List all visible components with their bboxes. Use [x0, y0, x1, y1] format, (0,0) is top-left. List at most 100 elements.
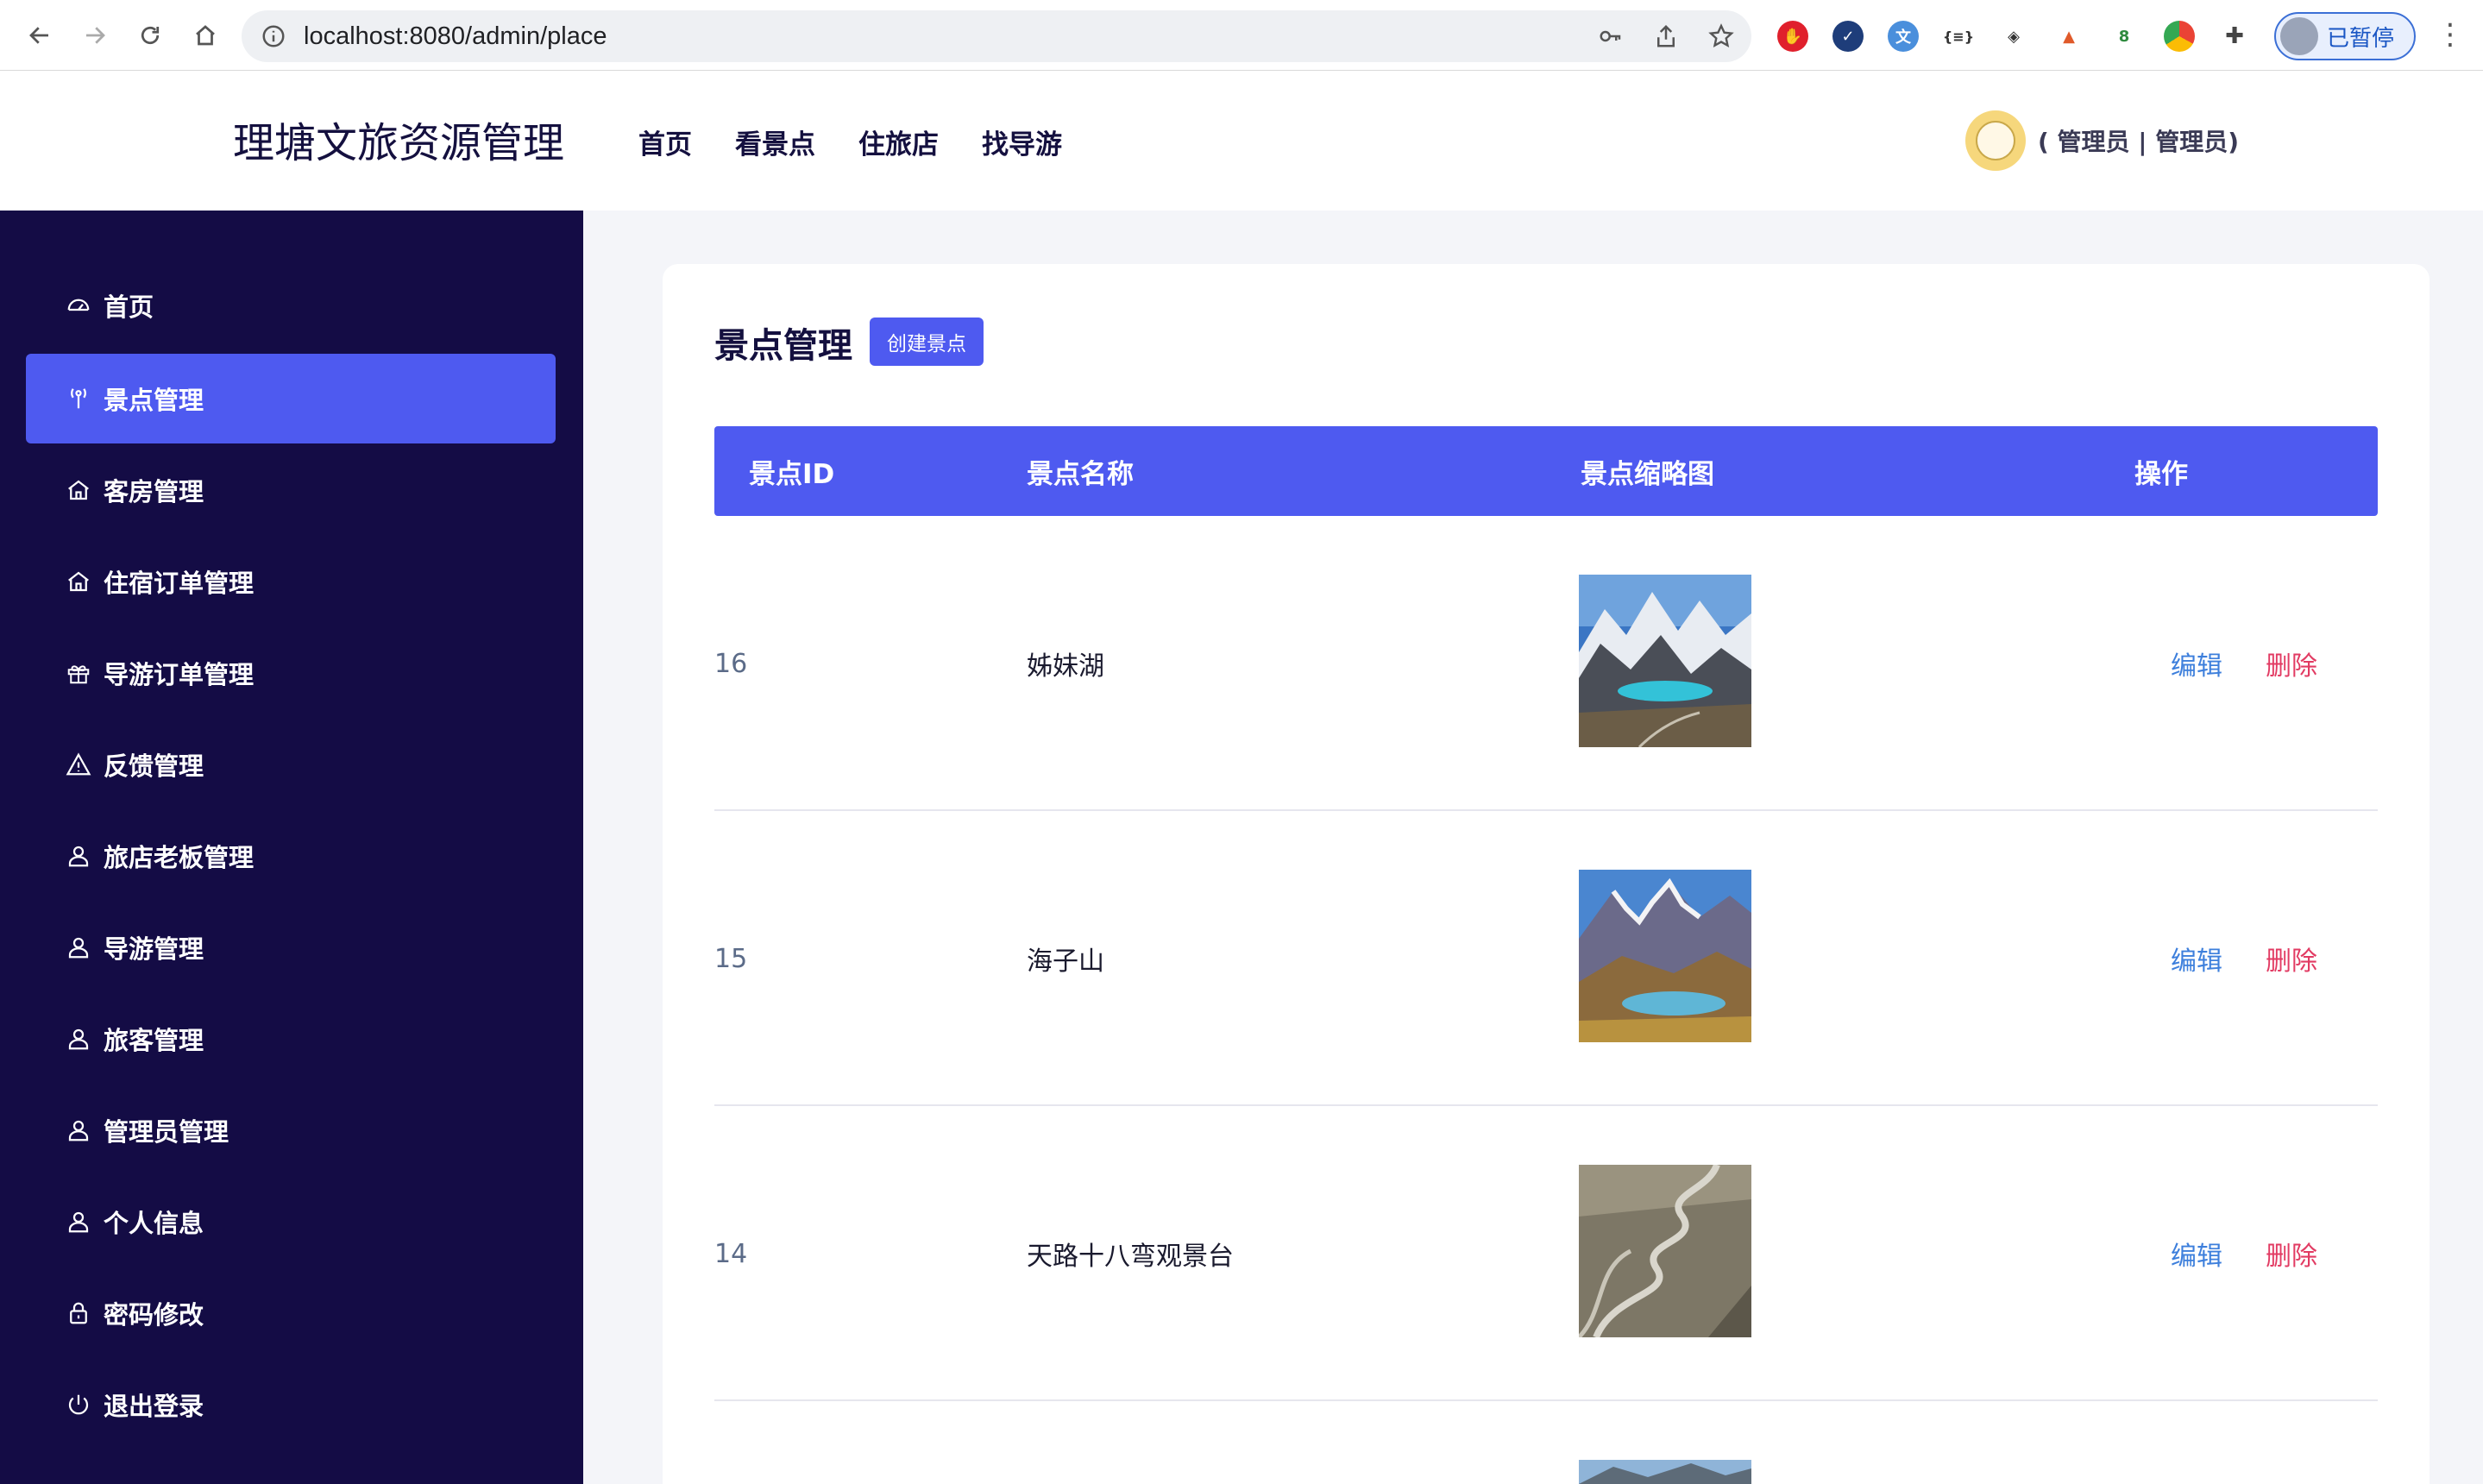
sidebar-item-travelers[interactable]: 旅客管理 — [26, 994, 556, 1084]
sidebar-item-label: 反馈管理 — [104, 751, 204, 781]
attraction-thumbnail — [1579, 1165, 1751, 1337]
reload-button[interactable] — [126, 11, 174, 60]
sidebar-item-profile[interactable]: 个人信息 — [26, 1177, 556, 1267]
arrow-right-icon — [86, 26, 105, 44]
sidebar-item-label: 退出登录 — [104, 1392, 204, 1421]
sidebar-item-label: 首页 — [104, 292, 154, 322]
sidebar-item-home[interactable]: 首页 — [26, 261, 556, 350]
attraction-thumbnail — [1579, 1460, 1751, 1484]
sidebar-item-lodging-orders[interactable]: 住宿订单管理 — [26, 537, 556, 626]
nav-hotels[interactable]: 住旅店 — [858, 123, 939, 161]
sidebar-item-label: 管理员管理 — [104, 1117, 229, 1147]
sidebar-item-label: 住宿订单管理 — [104, 569, 255, 598]
profile-avatar — [2280, 17, 2318, 55]
table-row: 14 天路十八弯观景台 编辑 删除 — [714, 1106, 2378, 1401]
sidebar-item-logout[interactable]: 退出登录 — [26, 1360, 556, 1449]
tree-extension-icon[interactable]: ▲ — [2053, 21, 2084, 52]
info-icon[interactable] — [261, 23, 286, 49]
home-icon — [64, 567, 93, 596]
home-icon — [64, 475, 93, 505]
sidebar-item-guides[interactable]: 导游管理 — [26, 902, 556, 992]
column-header-id: 景点ID — [749, 458, 835, 490]
avatar[interactable] — [1965, 110, 2026, 171]
key-icon[interactable] — [1594, 20, 1627, 53]
sidebar-item-label: 个人信息 — [104, 1209, 204, 1238]
sidebar-item-admins[interactable]: 管理员管理 — [26, 1085, 556, 1175]
puzzle-icon[interactable]: ✚ — [2219, 21, 2250, 52]
mountain-lake-image — [1579, 870, 1751, 1042]
dashboard-icon — [64, 291, 93, 320]
sidebar-item-password[interactable]: 密码修改 — [26, 1268, 556, 1358]
star-icon[interactable] — [1705, 20, 1738, 53]
attraction-id: 16 — [714, 648, 748, 679]
sidebar-item-label: 客房管理 — [104, 477, 204, 506]
stop-extension-icon[interactable]: ✋ — [1777, 21, 1808, 52]
profile-status: 已暂停 — [2327, 25, 2395, 52]
user-icon — [64, 933, 93, 962]
link-extension-icon[interactable]: 8 — [2109, 21, 2140, 52]
edit-button[interactable]: 编辑 — [2171, 811, 2222, 1106]
delete-button[interactable]: 删除 — [2266, 1106, 2317, 1401]
edit-button[interactable]: 编辑 — [2171, 516, 2222, 811]
attraction-id: 14 — [714, 1238, 748, 1269]
address-bar[interactable]: localhost:8080/admin/place — [242, 10, 1751, 62]
chrome-extension-icon[interactable] — [2164, 21, 2195, 52]
user-name[interactable]: ( 管理员 | 管理员) — [2038, 123, 2239, 158]
warning-icon — [64, 750, 93, 779]
sidebar-item-hotel-owners[interactable]: 旅店老板管理 — [26, 811, 556, 901]
check-extension-icon[interactable]: ✓ — [1832, 21, 1864, 52]
sidebar-item-guide-orders[interactable]: 导游订单管理 — [26, 628, 556, 718]
sidebar-item-feedback[interactable]: 反馈管理 — [26, 720, 556, 809]
sidebar-item-rooms[interactable]: 客房管理 — [26, 445, 556, 535]
power-icon — [64, 1390, 93, 1419]
share-icon[interactable] — [1650, 20, 1682, 53]
browser-menu-icon[interactable]: ⋮ — [2433, 17, 2467, 52]
table-header: 景点ID 景点名称 景点缩略图 操作 — [714, 426, 2378, 516]
mountain-image — [1579, 1460, 1751, 1484]
edit-button[interactable]: 编辑 — [2171, 1106, 2222, 1401]
sidebar-item-label: 密码修改 — [104, 1300, 204, 1330]
back-button[interactable] — [16, 11, 64, 60]
json-extension-icon[interactable]: {≡} — [1943, 21, 1974, 52]
reload-icon — [141, 26, 160, 44]
attraction-thumbnail — [1579, 575, 1751, 747]
attraction-name: 海子山 — [1027, 946, 1104, 977]
sidebar: 首页 景点管理 客房管理 住宿订单管理 导游订单管理 反馈管理 旅店老板管理 导… — [0, 211, 583, 1484]
mountain-lake-image — [1579, 575, 1751, 747]
sidebar-item-attractions[interactable]: 景点管理 — [26, 354, 556, 443]
user-icon — [64, 1116, 93, 1145]
nav-attractions[interactable]: 看景点 — [735, 123, 815, 161]
home-button[interactable] — [181, 11, 229, 60]
nav-home[interactable]: 首页 — [638, 123, 692, 161]
user-icon — [64, 1207, 93, 1236]
attraction-name: 天路十八弯观景台 — [1027, 1242, 1234, 1272]
profile-button[interactable]: 已暂停 — [2274, 12, 2416, 60]
create-attraction-button[interactable]: 创建景点 — [870, 318, 984, 366]
user-menu[interactable]: ( 管理员 | 管理员) — [1965, 110, 2239, 171]
attraction-id: 15 — [714, 943, 748, 974]
avatar-face-icon — [1976, 121, 2015, 160]
signal-tower-icon — [64, 384, 93, 413]
forward-button[interactable] — [71, 11, 119, 60]
gift-icon — [64, 658, 93, 688]
url-text[interactable]: localhost:8080/admin/place — [304, 22, 607, 51]
attractions-card: 景点管理 创建景点 景点ID 景点名称 景点缩略图 操作 16 姊妹湖 编辑 删… — [663, 264, 2430, 1484]
column-header-actions: 操作 — [2134, 458, 2188, 490]
sidebar-item-label: 导游订单管理 — [104, 660, 255, 689]
table-row: 15 海子山 编辑 删除 — [714, 811, 2378, 1106]
sidebar-item-label: 旅店老板管理 — [104, 843, 255, 872]
arrow-left-icon — [29, 26, 48, 44]
translate-extension-icon[interactable]: 文 — [1888, 21, 1919, 52]
shield-extension-icon[interactable]: ◈ — [1998, 21, 2029, 52]
table-row — [714, 1401, 2378, 1484]
nav-guides[interactable]: 找导游 — [982, 123, 1062, 161]
attraction-name: 姊妹湖 — [1027, 651, 1104, 682]
delete-button[interactable]: 删除 — [2266, 811, 2317, 1106]
delete-button[interactable]: 删除 — [2266, 516, 2317, 811]
app-header: 理塘文旅资源管理 首页 看景点 住旅店 找导游 ( 管理员 | 管理员) — [0, 71, 2483, 211]
lock-icon — [64, 1298, 93, 1328]
sidebar-item-label: 景点管理 — [104, 386, 204, 415]
column-header-name: 景点名称 — [1027, 458, 1134, 490]
sidebar-item-label: 导游管理 — [104, 934, 204, 964]
user-icon — [64, 841, 93, 871]
